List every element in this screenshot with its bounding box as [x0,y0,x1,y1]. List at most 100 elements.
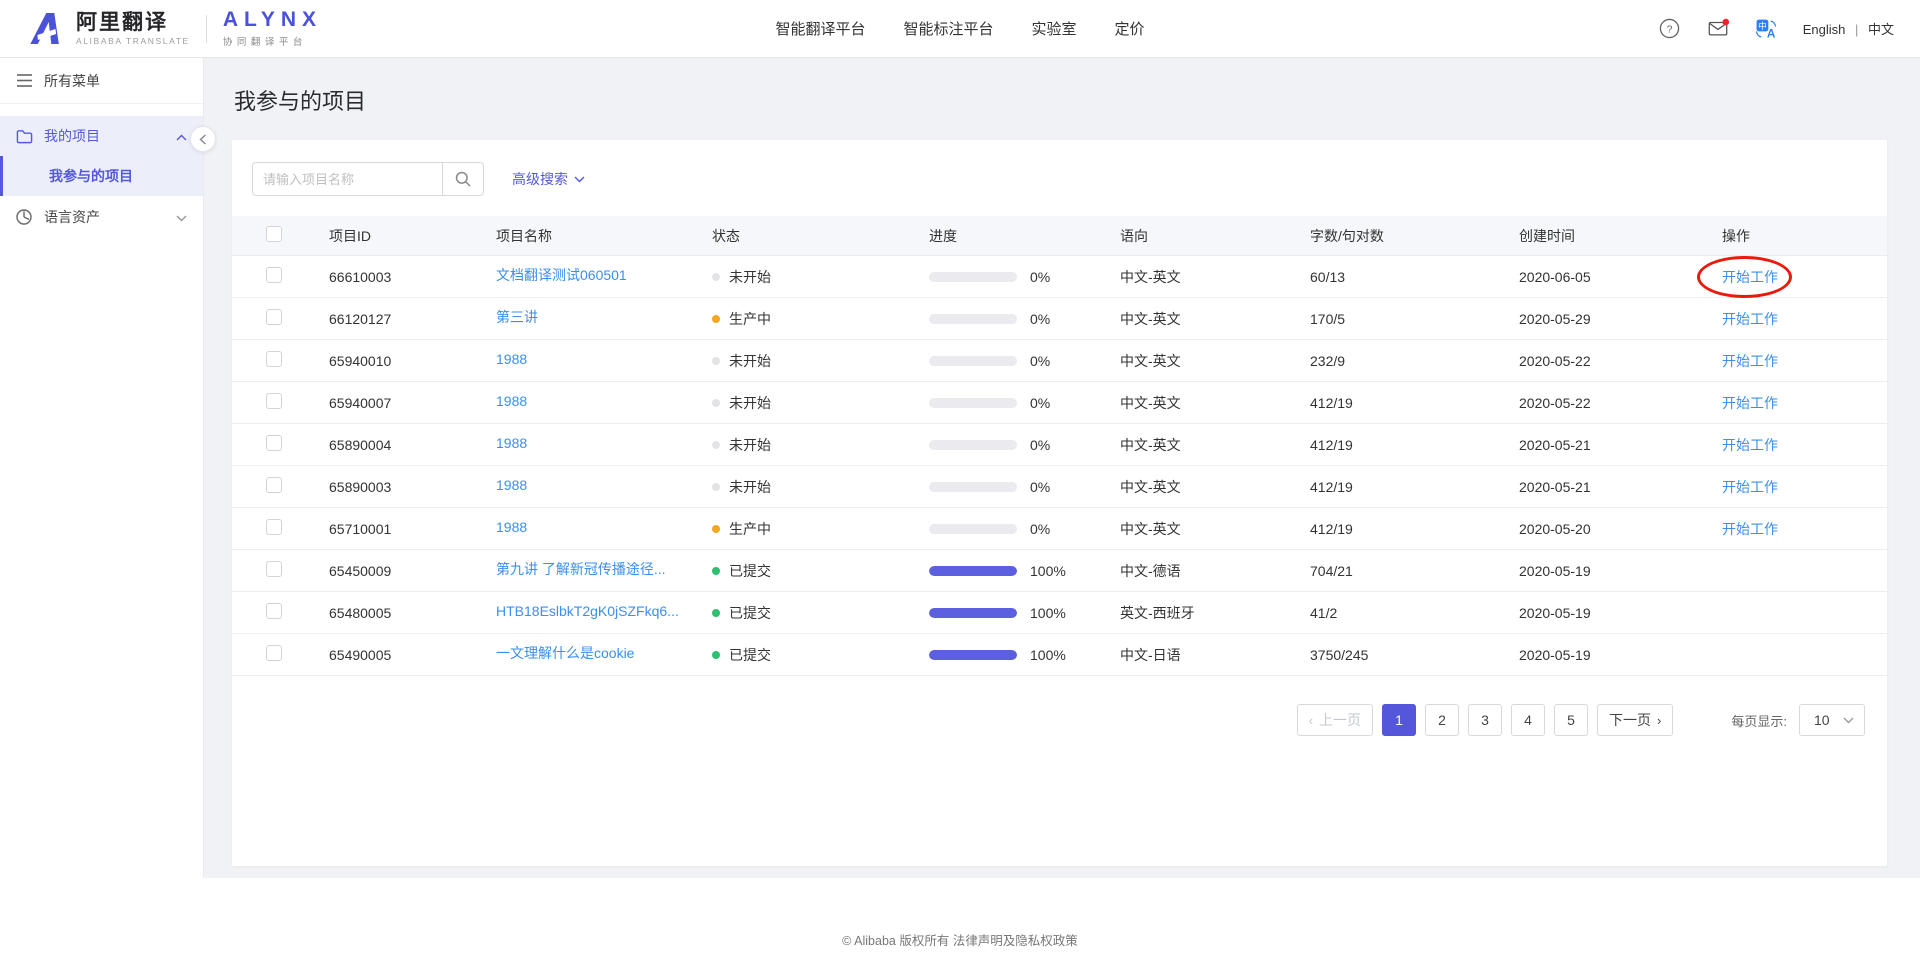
progress-bar [929,355,1017,366]
project-name-link[interactable]: 第九讲 了解新冠传播途径... [496,559,666,579]
project-name-link[interactable]: 1988 [496,435,527,451]
logo[interactable]: 阿里翻译 ALIBABA TRANSLATE ALYNX 协同翻译平台 [26,9,322,49]
project-name-link[interactable]: 1988 [496,477,527,493]
col-action: 操作 [1722,227,1750,244]
row-checkbox[interactable] [266,435,282,451]
sidebar-collapse-button[interactable] [190,126,216,152]
cell-created-date: 2020-05-20 [1519,520,1591,537]
alibaba-translate-logo-icon [30,12,59,44]
start-work-link[interactable]: 开始工作 [1722,311,1778,327]
project-name-link[interactable]: 一文理解什么是cookie [496,643,634,663]
status-dot-icon [712,314,720,323]
project-name-link[interactable]: 第三讲 [496,307,538,327]
project-name-link[interactable]: HTB18EslbkT2gK0jSZFkq6... [496,603,679,619]
status-dot-icon [712,566,720,575]
cell-language-pair: 英文-西班牙 [1120,604,1195,621]
cell-created-date: 2020-05-29 [1519,310,1591,327]
copyright-text[interactable]: © Alibaba 版权所有 法律声明及隐私权政策 [842,934,1078,948]
search-button[interactable] [442,162,484,196]
nav-smart-translate[interactable]: 智能翻译平台 [775,18,865,39]
table-row: 65710001 1988 生产中 0% 中文-英文 412/19 2020-0… [232,508,1887,550]
pagination-page-2[interactable]: 2 [1425,704,1460,736]
lang-english[interactable]: English [1803,22,1846,37]
pagination-page-4[interactable]: 4 [1511,704,1546,736]
top-nav: 智能翻译平台 智能标注平台 实验室 定价 [775,18,1144,39]
pagination-prev-button[interactable]: ‹ 上一页 [1296,704,1374,736]
cell-created-date: 2020-05-22 [1519,394,1591,411]
progress-label: 100% [1030,562,1066,579]
pagination-page-5[interactable]: 5 [1554,704,1589,736]
status-text: 未开始 [729,478,771,495]
table-row: 65940007 1988 未开始 0% 中文-英文 412/19 2020-0… [232,382,1887,424]
advanced-search-link[interactable]: 高级搜索 [512,169,585,189]
col-project-name: 项目名称 [496,227,552,244]
progress-bar [929,649,1017,660]
project-name-link[interactable]: 文档翻译测试060501 [496,265,627,285]
cell-word-count: 3750/245 [1310,646,1369,663]
row-checkbox[interactable] [266,351,282,367]
status-dot-icon [712,650,720,659]
row-checkbox[interactable] [266,267,282,283]
per-page-select[interactable]: 10 [1799,704,1865,736]
row-checkbox[interactable] [266,519,282,535]
nav-pricing[interactable]: 定价 [1115,18,1145,39]
sidebar-item-my-participated-projects[interactable]: 我参与的项目 [0,156,203,196]
nav-lab[interactable]: 实验室 [1032,18,1077,39]
row-checkbox[interactable] [266,645,282,661]
folder-icon [16,128,33,145]
start-work-link[interactable]: 开始工作 [1722,353,1778,369]
cell-project-id: 66120127 [329,310,392,327]
search-row: 高级搜索 [232,162,1887,216]
lang-chinese[interactable]: 中文 [1868,22,1894,37]
status-dot-icon [712,482,720,491]
cell-project-id: 65450009 [329,562,392,579]
cell-word-count: 60/13 [1310,268,1346,285]
menu-list-icon [16,72,33,89]
chevron-right-icon: › [1657,712,1662,728]
start-work-link[interactable]: 开始工作 [1722,521,1778,537]
nav-smart-annotation[interactable]: 智能标注平台 [903,18,993,39]
sidebar-item-language-assets[interactable]: 语言资产 [0,197,203,237]
start-work-link[interactable]: 开始工作 [1722,395,1778,411]
unread-badge-dot [1722,18,1729,26]
cell-language-pair: 中文-英文 [1120,310,1181,327]
search-input[interactable] [252,162,442,196]
per-page-label: 每页显示: [1731,713,1787,729]
table-row: 65940010 1988 未开始 0% 中文-英文 232/9 2020-05… [232,340,1887,382]
row-checkbox[interactable] [266,477,282,493]
col-language-pair: 语向 [1120,227,1148,244]
help-icon[interactable]: ? [1659,18,1681,40]
project-name-link[interactable]: 1988 [496,519,527,535]
mail-icon[interactable] [1707,18,1729,40]
pagination-page-3[interactable]: 3 [1468,704,1503,736]
brand-name-cn: 阿里翻译 [76,10,168,34]
chevron-down-icon [1843,717,1854,723]
translate-icon[interactable]: 中 A [1755,18,1777,40]
status-text: 未开始 [729,268,771,285]
start-work-link[interactable]: 开始工作 [1722,479,1778,495]
start-work-link[interactable]: 开始工作 [1722,437,1778,453]
page-title: 我参与的项目 [234,89,367,114]
sidebar-item-all-menu[interactable]: 所有菜单 [0,58,203,104]
sidebar-item-my-projects[interactable]: 我的项目 [0,116,203,156]
project-name-link[interactable]: 1988 [496,393,527,409]
select-all-checkbox[interactable] [266,226,282,242]
progress-bar [929,271,1017,282]
lang-separator: | [1854,22,1859,37]
row-checkbox[interactable] [266,309,282,325]
cell-language-pair: 中文-英文 [1120,268,1181,285]
row-checkbox[interactable] [266,393,282,409]
status-dot-icon [712,440,720,449]
svg-text:?: ? [1667,23,1673,35]
cell-language-pair: 中文-英文 [1120,352,1181,369]
pagination-page-1[interactable]: 1 [1382,704,1417,736]
row-checkbox[interactable] [266,603,282,619]
cell-created-date: 2020-05-22 [1519,352,1591,369]
row-checkbox[interactable] [266,561,282,577]
cell-project-id: 65480005 [329,604,392,621]
cell-created-date: 2020-05-19 [1519,604,1591,621]
sidebar-item-label: 我的项目 [44,128,100,144]
start-work-link[interactable]: 开始工作 [1722,269,1778,285]
pagination-next-button[interactable]: 下一页 › [1597,704,1674,736]
project-name-link[interactable]: 1988 [496,351,527,367]
